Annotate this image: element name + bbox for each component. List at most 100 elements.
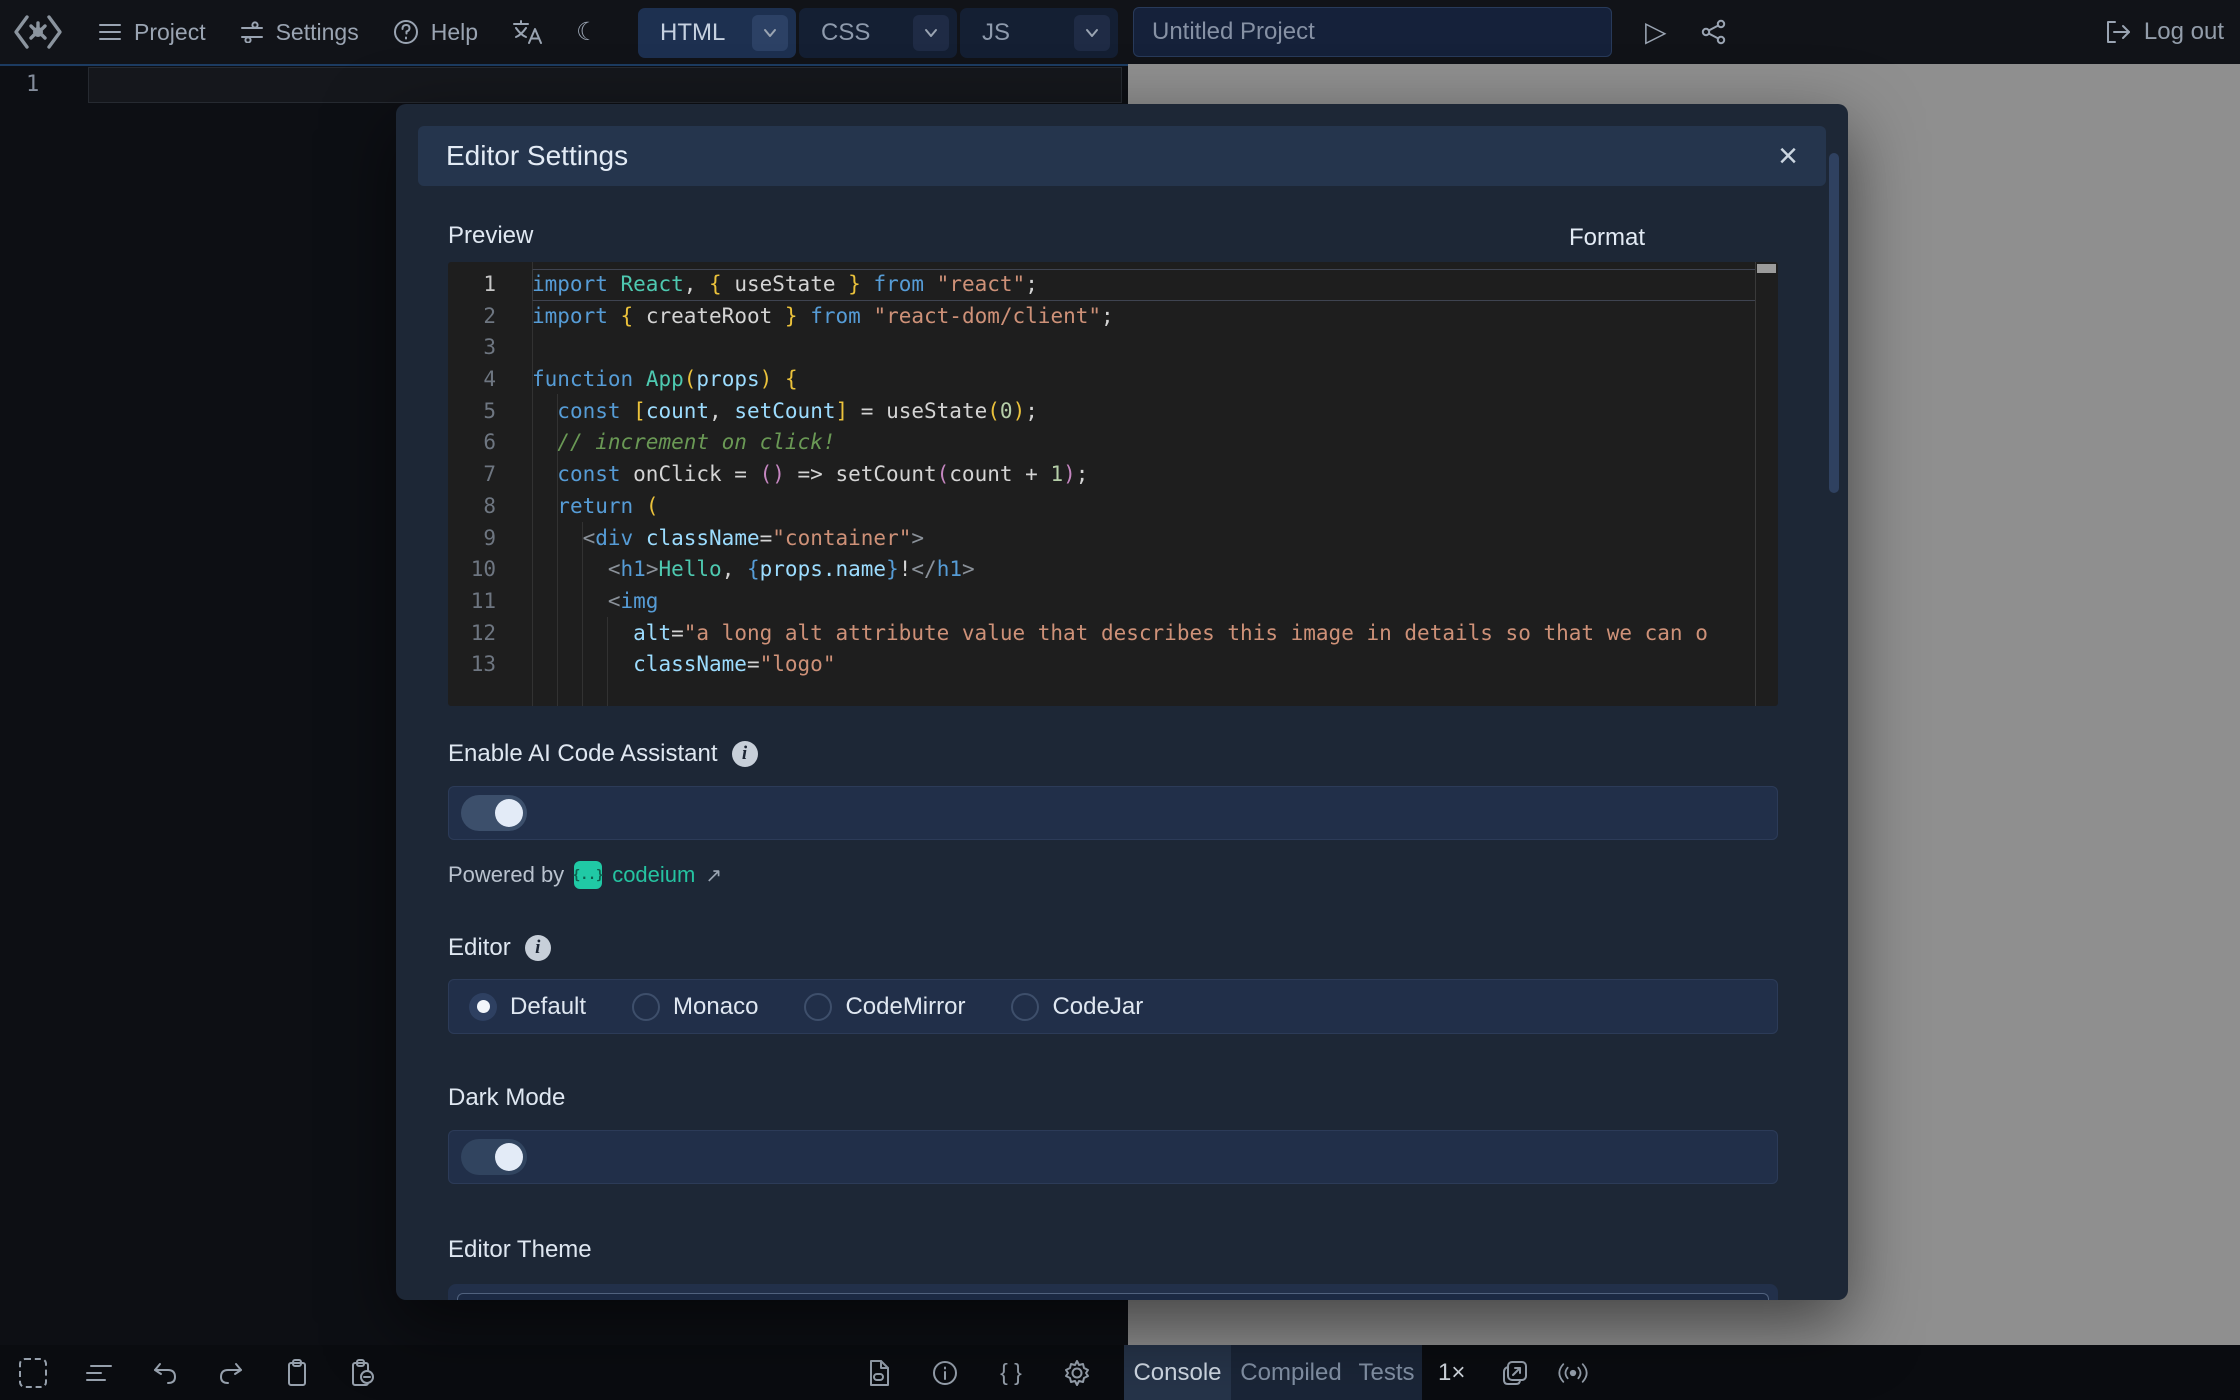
editor-line-number: 1	[26, 72, 39, 97]
modal-title: Editor Settings	[446, 140, 1778, 172]
project-name-input[interactable]	[1133, 7, 1612, 57]
code-line: 1import React, { useState } from "react"…	[448, 269, 1754, 301]
line-number: 2	[448, 301, 532, 333]
selection-box-icon[interactable]	[18, 1358, 48, 1388]
radio-option-codejar[interactable]: CodeJar	[1011, 993, 1143, 1021]
broadcast-icon[interactable]	[1558, 1358, 1588, 1388]
line-number: 6	[448, 427, 532, 459]
dark-mode-button[interactable]: ☾	[576, 20, 598, 45]
clipboard-paste-icon[interactable]	[348, 1358, 378, 1388]
logout-button[interactable]: Log out	[2106, 0, 2224, 64]
info-icon[interactable]	[930, 1358, 960, 1388]
code-line: 3	[448, 332, 1754, 364]
menu-help-label: Help	[431, 19, 478, 46]
code-line: 7 const onClick = () => setCount(count +…	[448, 459, 1754, 491]
modal-scrollbar-thumb[interactable]	[1829, 153, 1839, 493]
app-screen: Project Settings Help	[0, 0, 2240, 1400]
editor-active-line	[88, 67, 1122, 103]
css-dropdown-button[interactable]	[913, 15, 949, 51]
menu-help[interactable]: Help	[393, 19, 478, 46]
align-left-icon[interactable]	[84, 1358, 114, 1388]
undo-icon[interactable]	[150, 1358, 180, 1388]
editor-heading: Editor i	[448, 934, 551, 962]
code-line: 4function App(props) {	[448, 364, 1754, 396]
editor-settings-modal: Editor Settings × Preview Format 1import…	[396, 104, 1848, 1300]
editor-theme-heading: Editor Theme	[448, 1236, 592, 1264]
line-number: 4	[448, 364, 532, 396]
radio-label: CodeMirror	[845, 993, 965, 1021]
chevron-down-icon	[924, 28, 938, 38]
tab-console[interactable]: Console	[1124, 1345, 1231, 1400]
moon-icon: ☾	[576, 20, 598, 45]
line-number: 1	[448, 269, 532, 301]
braces-icon[interactable]: { }	[996, 1358, 1026, 1388]
codeium-link[interactable]: codeium	[612, 862, 695, 888]
logout-label: Log out	[2144, 18, 2224, 46]
line-number: 3	[448, 332, 532, 364]
external-link-icon: ↗	[705, 863, 722, 888]
file-link-icon[interactable]	[864, 1358, 894, 1388]
info-icon[interactable]: i	[525, 935, 551, 961]
help-icon	[393, 19, 419, 45]
radio-option-monaco[interactable]: Monaco	[632, 993, 758, 1021]
bottom-bar: { } Console Compiled Tests 1×	[0, 1345, 2240, 1400]
js-dropdown-button[interactable]	[1074, 15, 1110, 51]
line-number: 11	[448, 586, 532, 618]
line-number: 12	[448, 618, 532, 650]
translate-icon	[512, 19, 542, 45]
dark-mode-toggle[interactable]	[461, 1139, 527, 1175]
top-bar: Project Settings Help	[0, 0, 2240, 64]
app-logo-icon	[12, 12, 64, 52]
code-scrollbar-thumb[interactable]	[1757, 264, 1776, 273]
zoom-level[interactable]: 1×	[1438, 1345, 1465, 1400]
console-tab-bar: Console Compiled Tests	[1124, 1345, 1422, 1400]
ai-assistant-row	[448, 786, 1778, 840]
translate-button[interactable]	[512, 19, 542, 45]
menu-settings[interactable]: Settings	[240, 19, 359, 46]
line-number: 10	[448, 554, 532, 586]
line-number: 5	[448, 396, 532, 428]
radio-selected-icon	[469, 993, 497, 1021]
code-line: 11 <img	[448, 586, 1754, 618]
gear-icon[interactable]	[1062, 1358, 1092, 1388]
logout-icon	[2106, 20, 2132, 44]
code-line: 6 // increment on click!	[448, 427, 1754, 459]
file-tab-js[interactable]: JS	[960, 8, 1118, 58]
radio-unselected-icon	[804, 993, 832, 1021]
tab-tests[interactable]: Tests	[1351, 1345, 1422, 1400]
preview-heading: Preview	[448, 222, 533, 250]
html-dropdown-button[interactable]	[752, 15, 788, 51]
radio-label: Monaco	[673, 993, 758, 1021]
editor-theme-select[interactable]	[457, 1293, 1769, 1300]
radio-option-default[interactable]: Default	[469, 993, 586, 1021]
menu-icon	[98, 22, 122, 42]
chevron-down-icon	[1085, 28, 1099, 38]
line-number: 13	[448, 649, 532, 681]
redo-icon[interactable]	[216, 1358, 246, 1388]
ai-assistant-toggle[interactable]	[461, 795, 527, 831]
menu-project[interactable]: Project	[98, 19, 206, 46]
line-number: 8	[448, 491, 532, 523]
file-tab-html[interactable]: HTML	[638, 8, 796, 58]
modal-header: Editor Settings ×	[418, 126, 1826, 186]
radio-unselected-icon	[1011, 993, 1039, 1021]
run-button[interactable]: ▷	[1645, 18, 1667, 46]
line-number: 9	[448, 523, 532, 555]
tab-compiled[interactable]: Compiled	[1231, 1345, 1351, 1400]
code-scrollbar-track[interactable]	[1755, 262, 1756, 706]
toggle-knob	[495, 799, 523, 827]
file-tab-js-label: JS	[982, 19, 1010, 47]
share-icon[interactable]	[1701, 19, 1727, 45]
clipboard-icon[interactable]	[282, 1358, 312, 1388]
editor-choice-row: Default Monaco CodeMirror CodeJar	[448, 979, 1778, 1034]
file-tab-css[interactable]: CSS	[799, 8, 957, 58]
code-preview[interactable]: 1import React, { useState } from "react"…	[448, 262, 1778, 706]
toggle-knob	[495, 1143, 523, 1171]
radio-option-codemirror[interactable]: CodeMirror	[804, 993, 965, 1021]
info-icon[interactable]: i	[732, 741, 758, 767]
popout-icon[interactable]	[1500, 1358, 1530, 1388]
close-icon[interactable]: ×	[1778, 139, 1798, 173]
powered-by: Powered by {..} codeium ↗	[448, 861, 722, 889]
pane-divider	[0, 64, 1128, 66]
format-button[interactable]: Format	[1569, 224, 1645, 252]
